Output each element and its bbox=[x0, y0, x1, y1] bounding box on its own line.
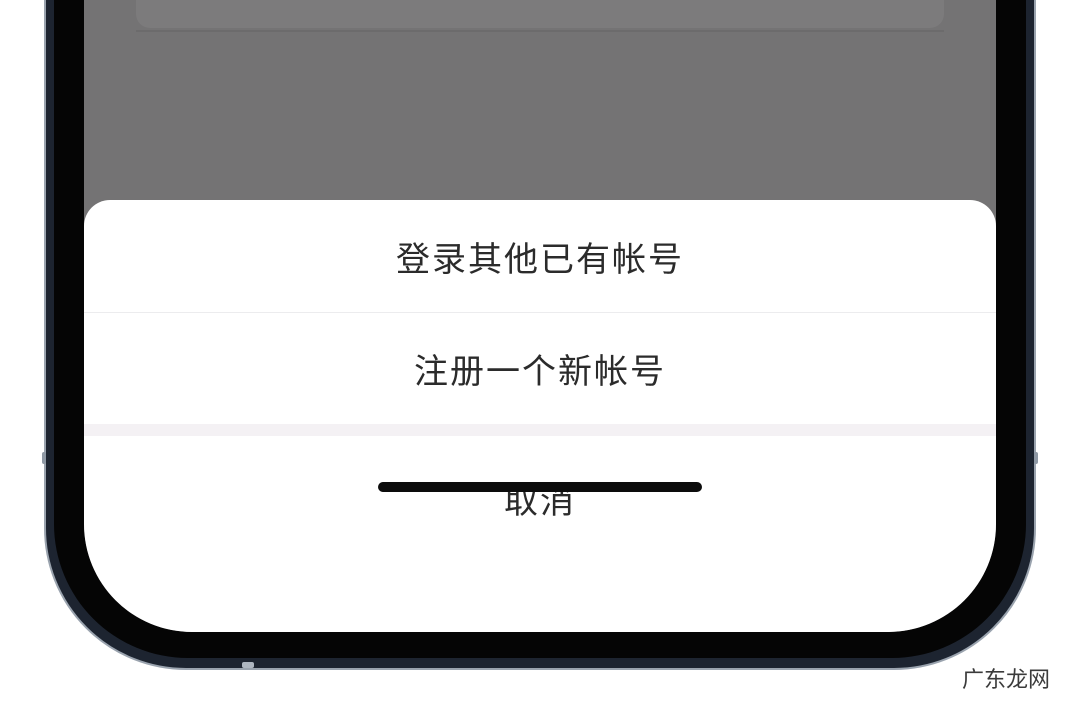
watermark: 广东龙网 bbox=[961, 668, 1050, 693]
dimmed-background-card bbox=[136, 0, 944, 28]
phone-screen: 登录其他已有帐号 注册一个新帐号 取消 bbox=[84, 0, 996, 632]
phone-bottom-notch bbox=[242, 662, 254, 668]
cancel-button[interactable]: 取消 bbox=[84, 438, 996, 558]
home-indicator[interactable] bbox=[378, 482, 702, 492]
account-action-sheet: 登录其他已有帐号 注册一个新帐号 取消 bbox=[84, 200, 996, 632]
register-new-account-button[interactable]: 注册一个新帐号 bbox=[84, 313, 996, 423]
login-existing-account-button[interactable]: 登录其他已有帐号 bbox=[84, 200, 996, 312]
dimmed-background-divider bbox=[136, 30, 944, 32]
phone-side-button bbox=[1034, 452, 1038, 464]
phone-side-button bbox=[42, 452, 46, 464]
screenshot-stage: 登录其他已有帐号 注册一个新帐号 取消 广东龙网 bbox=[0, 0, 1080, 710]
sheet-cancel-separator bbox=[84, 424, 996, 436]
